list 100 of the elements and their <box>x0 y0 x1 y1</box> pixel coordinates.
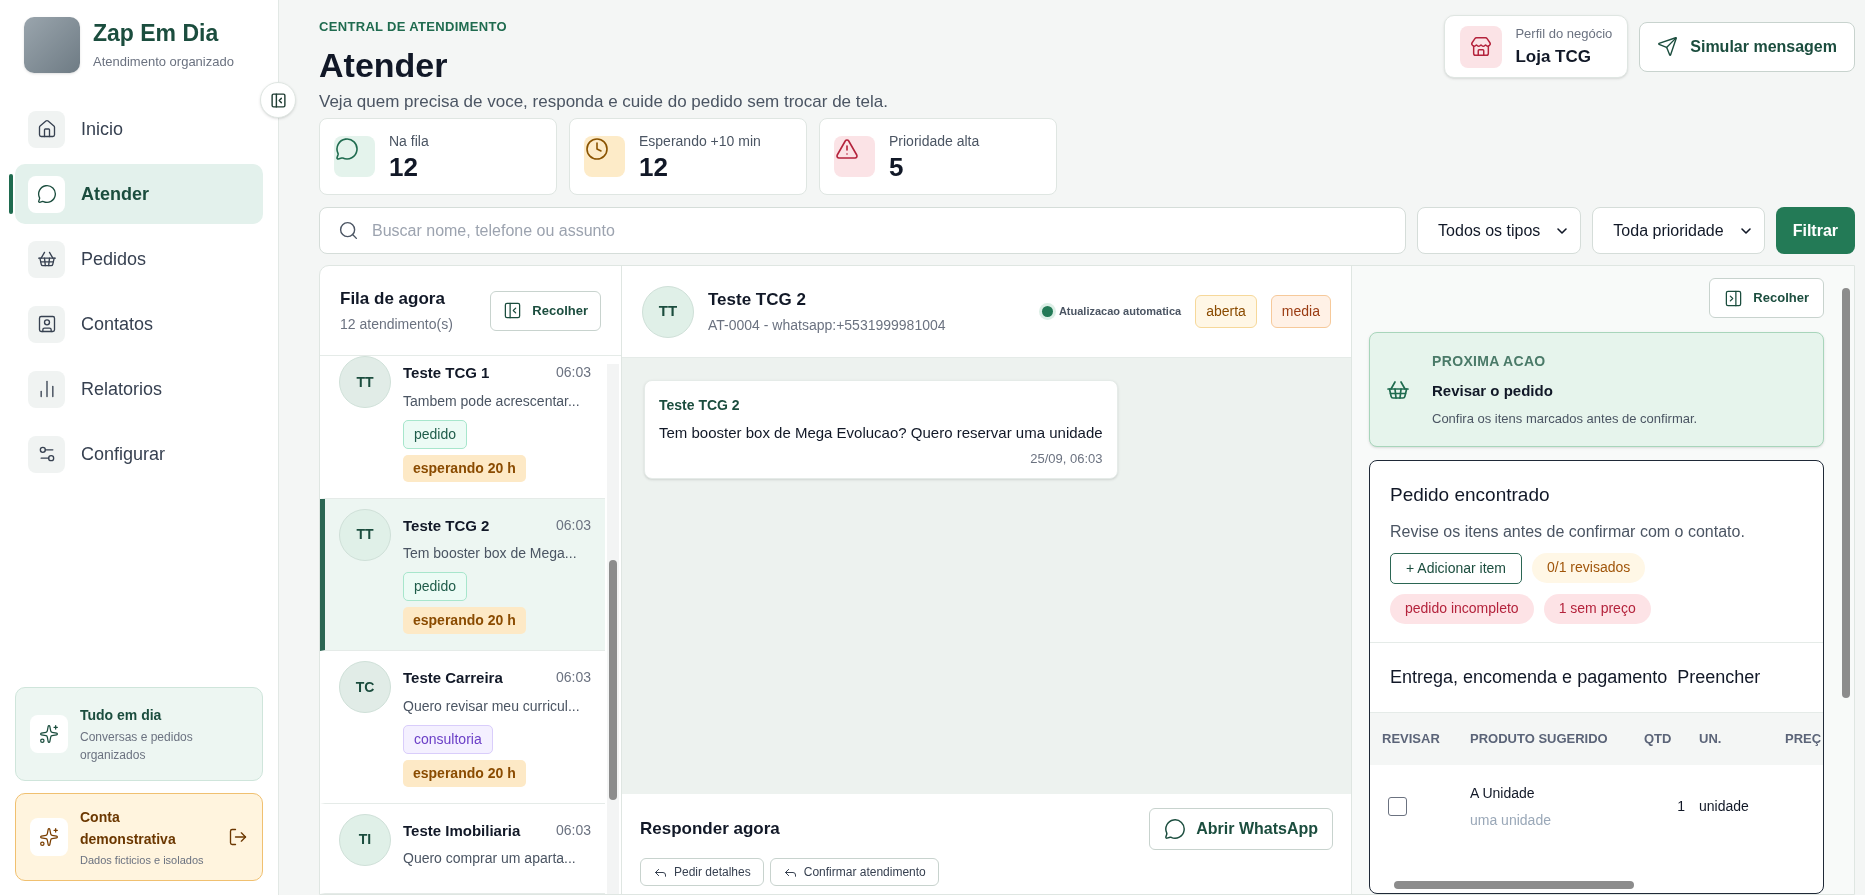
page-eyebrow: CENTRAL DE ATENDIMENTO <box>319 18 508 36</box>
nav-item[interactable]: Atender <box>15 164 263 224</box>
settings-icon <box>28 435 65 473</box>
stat-value: 5 <box>889 152 905 182</box>
live-status-label: Atualizacao automatica <box>1058 304 1182 320</box>
basket-icon <box>28 240 65 278</box>
nav-item[interactable]: Relatorios <box>15 359 263 419</box>
nav-item[interactable]: Configurar <box>15 424 263 484</box>
open-whatsapp-button[interactable]: Abrir WhatsApp <box>1149 808 1333 850</box>
next-action-title: Revisar o pedido <box>1432 381 1554 401</box>
message-preview: Quero revisar meu curricul... <box>403 696 581 716</box>
collapse-queue-button[interactable]: Recolher <box>490 290 601 331</box>
message-time: 06:03 <box>555 668 591 687</box>
column-header: PREÇ <box>1785 729 1823 748</box>
message-text: Tem booster box de Mega Evolucao? Quero reservar uma unidade <box>659 423 1103 443</box>
contact-avatar: TT <box>339 356 391 408</box>
queue-item[interactable]: TI Teste Imobiliaria 06:03 Quero comprar um aparta... <box>320 803 605 894</box>
contact-name: Teste Imobiliaria <box>403 820 521 841</box>
send-icon <box>1657 36 1679 57</box>
filter-dropdown[interactable]: Toda prioridade <box>1592 207 1765 254</box>
home-icon <box>28 110 65 148</box>
bar-chart-icon <box>28 370 65 408</box>
business-label: Perfil do negócio <box>1515 25 1613 43</box>
queue-tag: consultoria <box>403 724 493 754</box>
contact-avatar: TT <box>642 285 694 338</box>
contact-avatar: TC <box>339 661 391 713</box>
collapse-icon <box>269 91 287 109</box>
product-name: A Unidade <box>1470 783 1536 803</box>
quick-reply-button[interactable]: Confirmar atendimento <box>769 858 939 886</box>
collapse-panel-button[interactable]: Recolher <box>1709 278 1824 318</box>
card-title: Tudo em dia <box>80 705 163 725</box>
search-field[interactable]: Buscar nome, telefone ou assunto <box>319 207 1407 254</box>
column-header: UN. <box>1699 729 1723 748</box>
active-indicator <box>9 174 13 214</box>
column-header: QTD <box>1644 729 1673 748</box>
message-sender: Teste TCG 2 <box>659 396 741 415</box>
stat-label: Na fila <box>389 132 429 151</box>
stat-value: 12 <box>389 152 419 182</box>
stat-value: 12 <box>639 152 669 182</box>
column-header: REVISAR <box>1382 729 1441 748</box>
order-subtitle: Revise os itens antes de confirmar com o contato. <box>1390 521 1746 542</box>
business-profile-card[interactable]: Perfil do negócio Loja TCG <box>1444 15 1629 78</box>
fill-in-button[interactable]: Preencher <box>1677 663 1761 691</box>
contact-name: Teste TCG 2 <box>403 515 490 536</box>
filter-button[interactable]: Filtrar <box>1775 207 1855 254</box>
stat-label: Prioridade alta <box>889 132 980 151</box>
chat-bubble-icon <box>1164 818 1187 840</box>
order-badge: 1 sem preço <box>1543 593 1651 624</box>
queue-tag: pedido <box>403 572 468 601</box>
next-action-eyebrow: PROXIMA ACAO <box>1432 352 1547 371</box>
quantity-cell-text: 1 <box>1676 797 1686 816</box>
quick-reply-button[interactable]: Pedir detalhes <box>640 858 764 886</box>
store-icon <box>1460 25 1503 68</box>
message-time: 06:03 <box>555 515 591 535</box>
unit-cell-text: unidade <box>1699 797 1750 816</box>
queue-item[interactable]: TT Teste TCG 1 06:03 Tambem pode acrescentar... pedido esperando 20 h <box>320 356 605 499</box>
add-item-button[interactable]: + Adicionar item <box>1390 552 1522 584</box>
contact-card-icon <box>28 305 65 343</box>
card-title: Conta demonstrativa <box>80 807 177 849</box>
nav-item[interactable]: Pedidos <box>15 229 263 289</box>
queue-tag: esperando 20 h <box>403 759 526 787</box>
queue-tag: esperando 20 h <box>403 607 526 634</box>
card-subtitle: Conversas e pedidos organizados <box>80 728 194 764</box>
chat-contact-name: Teste TCG 2 <box>708 288 807 311</box>
next-action-text: Confira os itens marcados antes de confirmar. <box>1432 409 1698 428</box>
delivery-title: Entrega, encomenda e pagamento <box>1390 665 1668 689</box>
message-time: 06:03 <box>555 363 591 382</box>
contact-avatar: TI <box>339 813 391 866</box>
collapse-icon <box>1724 288 1744 308</box>
logo-image <box>24 17 80 73</box>
message-timestamp: 25/09, 06:03 <box>1030 449 1103 468</box>
queue-item[interactable]: TC Teste Carreira 06:03 Quero revisar meu curricul... consultoria esperando 20 h <box>320 651 605 804</box>
sidebar-collapse-button[interactable] <box>260 82 296 118</box>
business-name: Loja TCG <box>1515 45 1592 68</box>
logout-icon <box>228 826 248 847</box>
queue-item[interactable]: TT Teste TCG 2 06:03 Tem booster box de Mega... pedido esperando 20 h <box>320 498 605 651</box>
chat-bubble-icon <box>28 175 65 213</box>
scrollbar[interactable] <box>607 364 619 894</box>
page-title: Atender <box>319 44 449 86</box>
app-name: Zap Em Dia <box>93 18 220 48</box>
review-checkbox[interactable] <box>1388 797 1407 816</box>
status-badge: media <box>1270 295 1331 328</box>
queue-tag: esperando 20 h <box>403 454 526 482</box>
status-badge: aberta <box>1195 295 1257 328</box>
queue-tag: pedido <box>403 419 468 449</box>
product-note: uma unidade <box>1470 810 1552 830</box>
chat-contact-id: AT-0004 - whatsapp:+5531999981004 <box>708 316 947 336</box>
nav-item[interactable]: Inicio <box>15 99 263 159</box>
nav-item[interactable]: Contatos <box>15 294 263 354</box>
card-subtitle: Dados ficticios e isolados <box>80 852 205 868</box>
filter-dropdown[interactable]: Todos os tipos <box>1417 207 1582 254</box>
app-tagline: Atendimento organizado <box>93 52 234 71</box>
order-title: Pedido encontrado <box>1390 483 1551 507</box>
contact-name: Teste Carreira <box>403 668 503 688</box>
message-preview: Tambem pode acrescentar... <box>403 391 581 411</box>
queue-title: Fila de agora <box>340 287 446 310</box>
logout-button[interactable] <box>228 826 248 847</box>
queue-count: 12 atendimento(s) <box>340 315 453 335</box>
search-icon <box>338 220 359 241</box>
simulate-message-button[interactable]: Simular mensagem <box>1639 21 1855 72</box>
